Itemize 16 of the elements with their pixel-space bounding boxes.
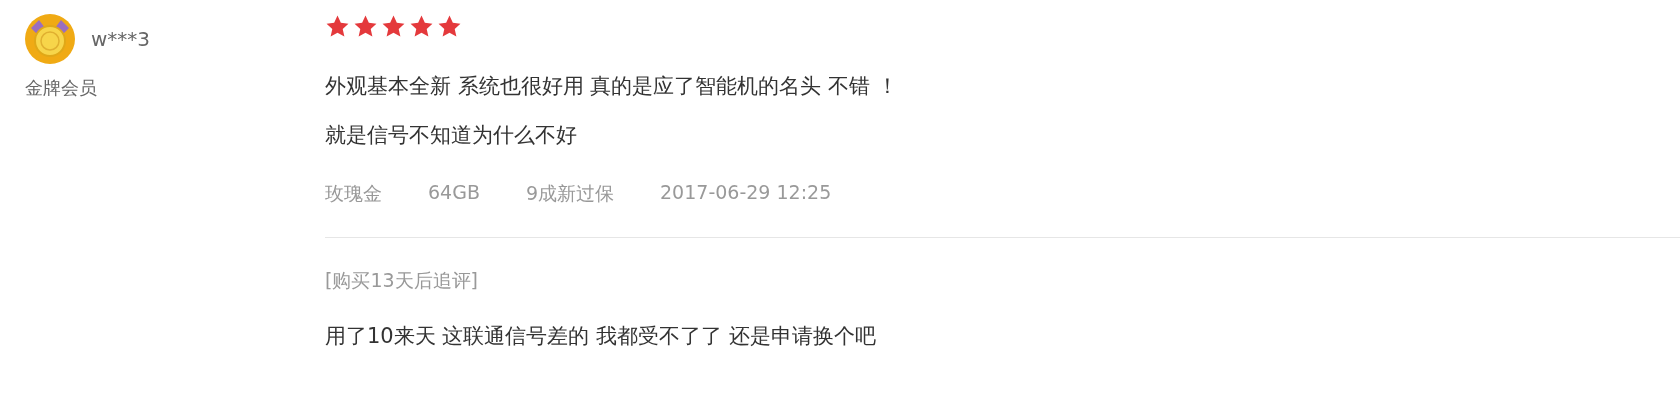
followup-text: 用了10来天 这联通信号差的 我都受不了了 还是申请换个吧 (325, 323, 877, 350)
star-icon (437, 14, 462, 39)
medal-avatar-icon (25, 14, 75, 64)
followup-label: [购买13天后追评] (325, 268, 478, 293)
review-text: 外观基本全新 系统也很好用 真的是应了智能机的名头 不错 ！ (325, 73, 899, 100)
review-meta: 2017-06-29 12:25 (660, 181, 832, 205)
review-meta: 玫瑰金 (325, 181, 382, 206)
review-meta: 9成新过保 (525, 181, 615, 206)
star-icon (409, 14, 434, 39)
star-icon (325, 14, 350, 39)
member-level: 金牌会员 (25, 76, 97, 100)
star-icon (353, 14, 378, 39)
username: w***3 (91, 27, 151, 51)
review-text: 就是信号不知道为什么不好 (325, 122, 578, 149)
review-meta: 64GB (428, 181, 480, 205)
star-icon (381, 14, 406, 39)
